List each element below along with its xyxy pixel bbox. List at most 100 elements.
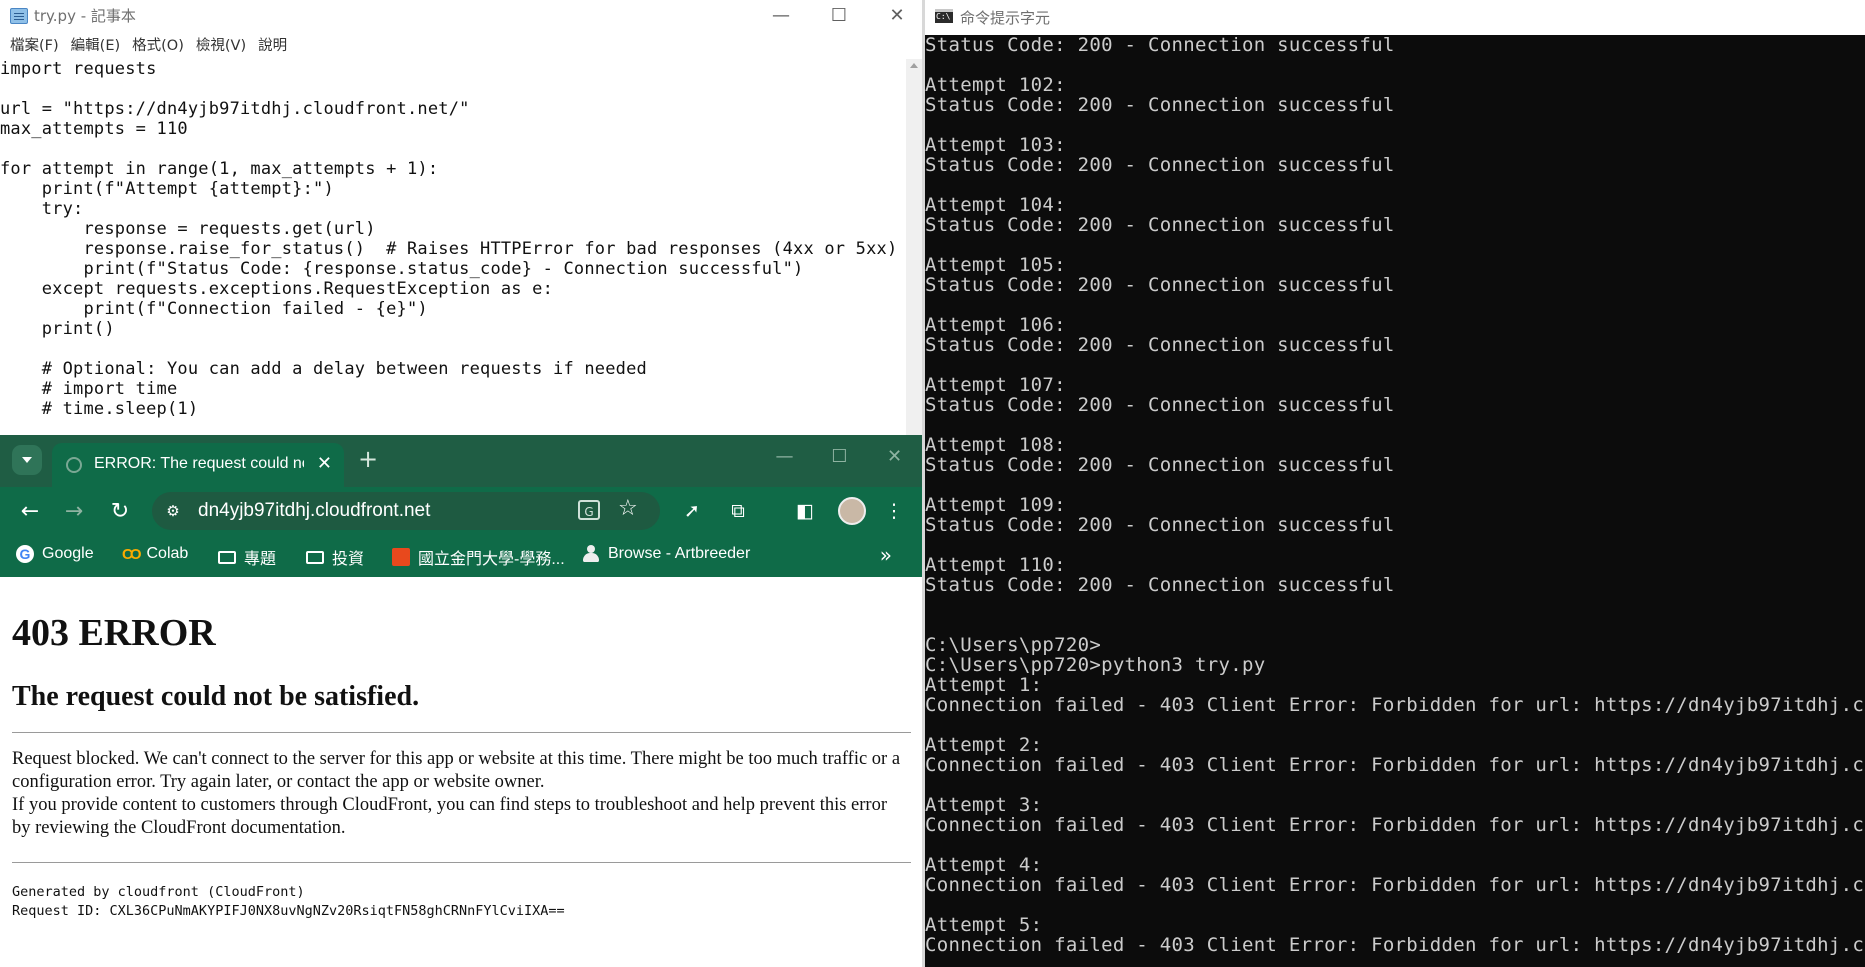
bookmark-folder-invest[interactable]: 投資	[306, 545, 364, 569]
console-line: Status Code: 200 - Connection successful	[925, 454, 1395, 476]
error-subheading: The request could not be satisfied.	[12, 681, 420, 712]
chrome-window: ERROR: The request could not be satisfie…	[0, 435, 922, 967]
console-line: Status Code: 200 - Connection successful	[925, 574, 1395, 596]
bookmark-colab[interactable]: CO Colab	[122, 545, 188, 563]
chrome-maximize-button[interactable]: ☐	[812, 441, 867, 471]
tab-close-button[interactable]: ✕	[317, 453, 332, 474]
bookmark-label: 投資	[332, 551, 365, 568]
colab-icon: CO	[122, 545, 141, 563]
code-content: import requests url = "https://dn4yjb97it…	[0, 59, 906, 419]
console-output[interactable]: Status Code: 200 - Connection successful…	[925, 35, 1865, 967]
console-line: Connection failed - 403 Client Error: Fo…	[925, 814, 1865, 836]
code-line: # import time	[0, 379, 178, 399]
error-body: Request blocked. We can't connect to the…	[12, 748, 907, 840]
scroll-up-arrow-icon[interactable]	[910, 63, 918, 68]
code-line: for attempt in range(1, max_attempts + 1…	[0, 159, 439, 179]
terminal-icon: C:\	[935, 9, 953, 23]
menu-file[interactable]: 檔案(F)	[4, 34, 65, 55]
bookmark-artbreeder[interactable]: Browse - Artbreeder	[582, 545, 750, 563]
site-info-icon[interactable]: ⚙	[162, 500, 184, 522]
console-line: Status Code: 200 - Connection successful	[925, 154, 1395, 176]
page-content: 403 ERROR The request could not be satis…	[0, 577, 922, 967]
notepad-text-area[interactable]: import requests url = "https://dn4yjb97it…	[0, 59, 906, 435]
console-line: Status Code: 200 - Connection successful	[925, 394, 1395, 416]
divider	[12, 732, 911, 733]
profile-avatar[interactable]	[838, 497, 866, 525]
bookmark-folder-project[interactable]: 專題	[218, 545, 276, 569]
console-line: Attempt 2:	[925, 734, 1043, 756]
notepad-app-icon	[10, 7, 28, 24]
generated-by-text: Generated by cloudfront (CloudFront)	[12, 884, 305, 900]
console-line: Attempt 5:	[925, 914, 1043, 936]
menu-format[interactable]: 格式(O)	[126, 34, 190, 55]
extensions-puzzle-icon[interactable]: ⧉	[724, 497, 752, 525]
console-line: Attempt 110:	[925, 554, 1066, 576]
request-id-text: Request ID: CXL36CPuNmAKYPIFJ0NX8uvNgNZv…	[12, 903, 565, 919]
url-text[interactable]: dn4yjb97itdhj.cloudfront.net	[198, 500, 430, 522]
console-line: Connection failed - 403 Client Error: Fo…	[925, 754, 1865, 776]
console-line: Attempt 107:	[925, 374, 1066, 396]
chrome-minimize-button[interactable]: —	[757, 441, 812, 471]
code-line: # Optional: You can add a delay between …	[0, 359, 647, 379]
bookmark-school[interactable]: 國立金門大學-學務...	[392, 545, 565, 569]
code-line: url = "https://dn4yjb97itdhj.cloudfront.…	[0, 99, 470, 119]
console-line: Attempt 103:	[925, 134, 1066, 156]
chrome-close-button[interactable]: ✕	[867, 441, 922, 471]
new-tab-button[interactable]: +	[358, 445, 378, 473]
reload-button[interactable]: ↻	[104, 495, 136, 527]
bookmark-google[interactable]: G Google	[16, 545, 94, 563]
console-text: Status Code: 200 - Connection successful…	[925, 35, 1865, 955]
cmd-titlebar[interactable]: C:\ 命令提示字元	[925, 0, 1865, 35]
menu-edit[interactable]: 編輯(E)	[65, 34, 126, 55]
notepad-menubar: 檔案(F) 編輯(E) 格式(O) 檢視(V) 說明	[0, 31, 922, 57]
minimize-button[interactable]: —	[752, 0, 810, 31]
bookmark-label: 國立金門大學-學務...	[418, 551, 565, 568]
code-line: import requests	[0, 59, 157, 79]
tab-strip: ERROR: The request could not be satisfie…	[0, 435, 922, 487]
menu-kebab-icon[interactable]: ⋮	[880, 497, 908, 525]
browser-toolbar: ← → ↻ ⚙ dn4yjb97itdhj.cloudfront.net G ☆…	[0, 487, 922, 535]
forward-button[interactable]: →	[58, 495, 90, 527]
address-bar[interactable]: ⚙ dn4yjb97itdhj.cloudfront.net G ☆	[152, 492, 660, 530]
console-line: Attempt 105:	[925, 254, 1066, 276]
console-line: C:\Users\pp720>python3 try.py	[925, 654, 1266, 676]
notepad-titlebar[interactable]: try.py - 記事本 — ☐ ✕	[0, 0, 922, 31]
google-icon: G	[16, 545, 34, 563]
vertical-scrollbar[interactable]	[906, 59, 922, 435]
console-line: Status Code: 200 - Connection successful	[925, 334, 1395, 356]
bookmark-star-icon[interactable]: ☆	[618, 496, 638, 521]
divider	[12, 862, 911, 863]
console-line: Attempt 104:	[925, 194, 1066, 216]
command-prompt-window: C:\ 命令提示字元 Status Code: 200 - Connection…	[925, 0, 1865, 967]
maximize-button[interactable]: ☐	[810, 0, 868, 31]
translate-icon[interactable]: G	[578, 500, 600, 520]
console-line: Connection failed - 403 Client Error: Fo…	[925, 934, 1865, 956]
close-button[interactable]: ✕	[868, 0, 922, 31]
console-line: Status Code: 200 - Connection successful	[925, 274, 1395, 296]
menu-view[interactable]: 檢視(V)	[190, 34, 252, 55]
bookmarks-overflow-button[interactable]: »	[880, 543, 892, 567]
code-line: print()	[0, 319, 115, 339]
bookmark-label: 專題	[244, 551, 277, 568]
active-tab[interactable]: ERROR: The request could not be satisfie…	[52, 443, 344, 487]
back-button[interactable]: ←	[14, 495, 46, 527]
globe-icon	[66, 457, 82, 473]
error-heading: 403 ERROR	[12, 612, 216, 654]
tab-search-button[interactable]	[12, 445, 42, 475]
side-panel-icon[interactable]: ◧	[791, 497, 819, 525]
cursor-extension-icon[interactable]: ➚	[678, 497, 706, 525]
menu-help[interactable]: 說明	[252, 34, 293, 55]
bookmark-label: Browse - Artbreeder	[608, 545, 751, 562]
school-icon	[392, 548, 410, 566]
error-paragraph: Request blocked. We can't connect to the…	[12, 749, 901, 792]
console-line: Attempt 102:	[925, 74, 1066, 96]
